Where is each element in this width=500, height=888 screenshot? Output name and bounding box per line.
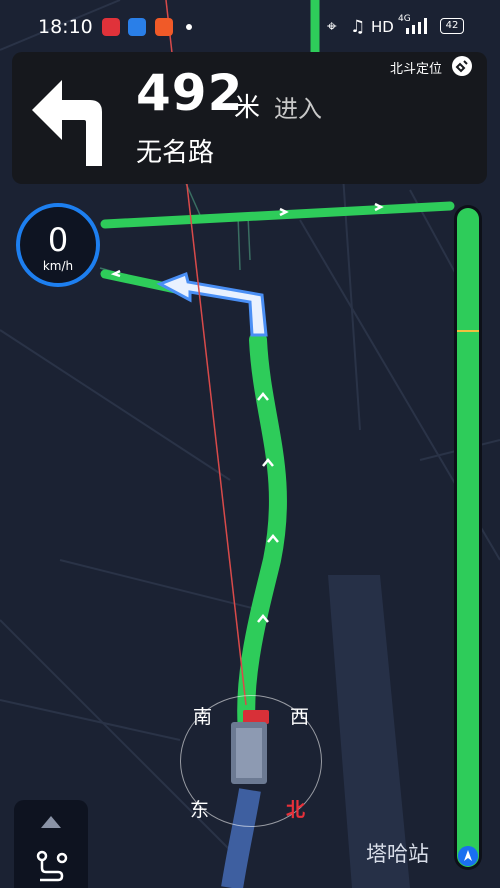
compass-west: 西 (290, 706, 310, 728)
satellite-icon (452, 56, 472, 76)
microphone-icon: ♫ (350, 17, 366, 37)
location-icon: ⌖ (327, 17, 337, 37)
station-label: 塔哈站 (366, 842, 429, 866)
distance-value: 492 (136, 64, 244, 122)
compass-south: 南 (193, 706, 213, 728)
hd-indicator: HD (371, 18, 394, 36)
route-progress-fill (457, 208, 479, 867)
speedometer: 0 km/h (16, 203, 100, 287)
gallery-app-icon (155, 18, 173, 36)
status-bar: 18:10 ⌖ ♫ HD 4G 42 (0, 0, 500, 52)
more-notifications-icon (186, 24, 192, 30)
current-position-icon (458, 846, 478, 866)
progress-marker (457, 330, 479, 332)
map-controls-panel (14, 800, 88, 888)
speed-unit: km/h (42, 259, 74, 273)
compass-north: 北 (286, 799, 306, 821)
road-name: 无名路 (136, 138, 215, 168)
route-overview-icon[interactable] (34, 848, 70, 884)
compass-east: 东 (190, 799, 210, 821)
screen-recorder-app-icon (102, 18, 120, 36)
turn-instruction-card[interactable]: 492 米 进入 无名路 北斗定位 (12, 52, 487, 184)
expand-up-icon[interactable] (37, 810, 65, 832)
status-time: 18:10 (38, 16, 93, 38)
route-progress-bar (454, 205, 482, 870)
distance-unit: 米 (234, 93, 261, 123)
left-turn-icon (32, 80, 102, 166)
positioning-label: 北斗定位 (390, 62, 443, 77)
navigation-app-icon (128, 18, 146, 36)
action-text: 进入 (274, 95, 322, 123)
battery-indicator: 42 (440, 18, 464, 34)
signal-icon (406, 18, 427, 34)
speed-value: 0 (47, 221, 69, 259)
